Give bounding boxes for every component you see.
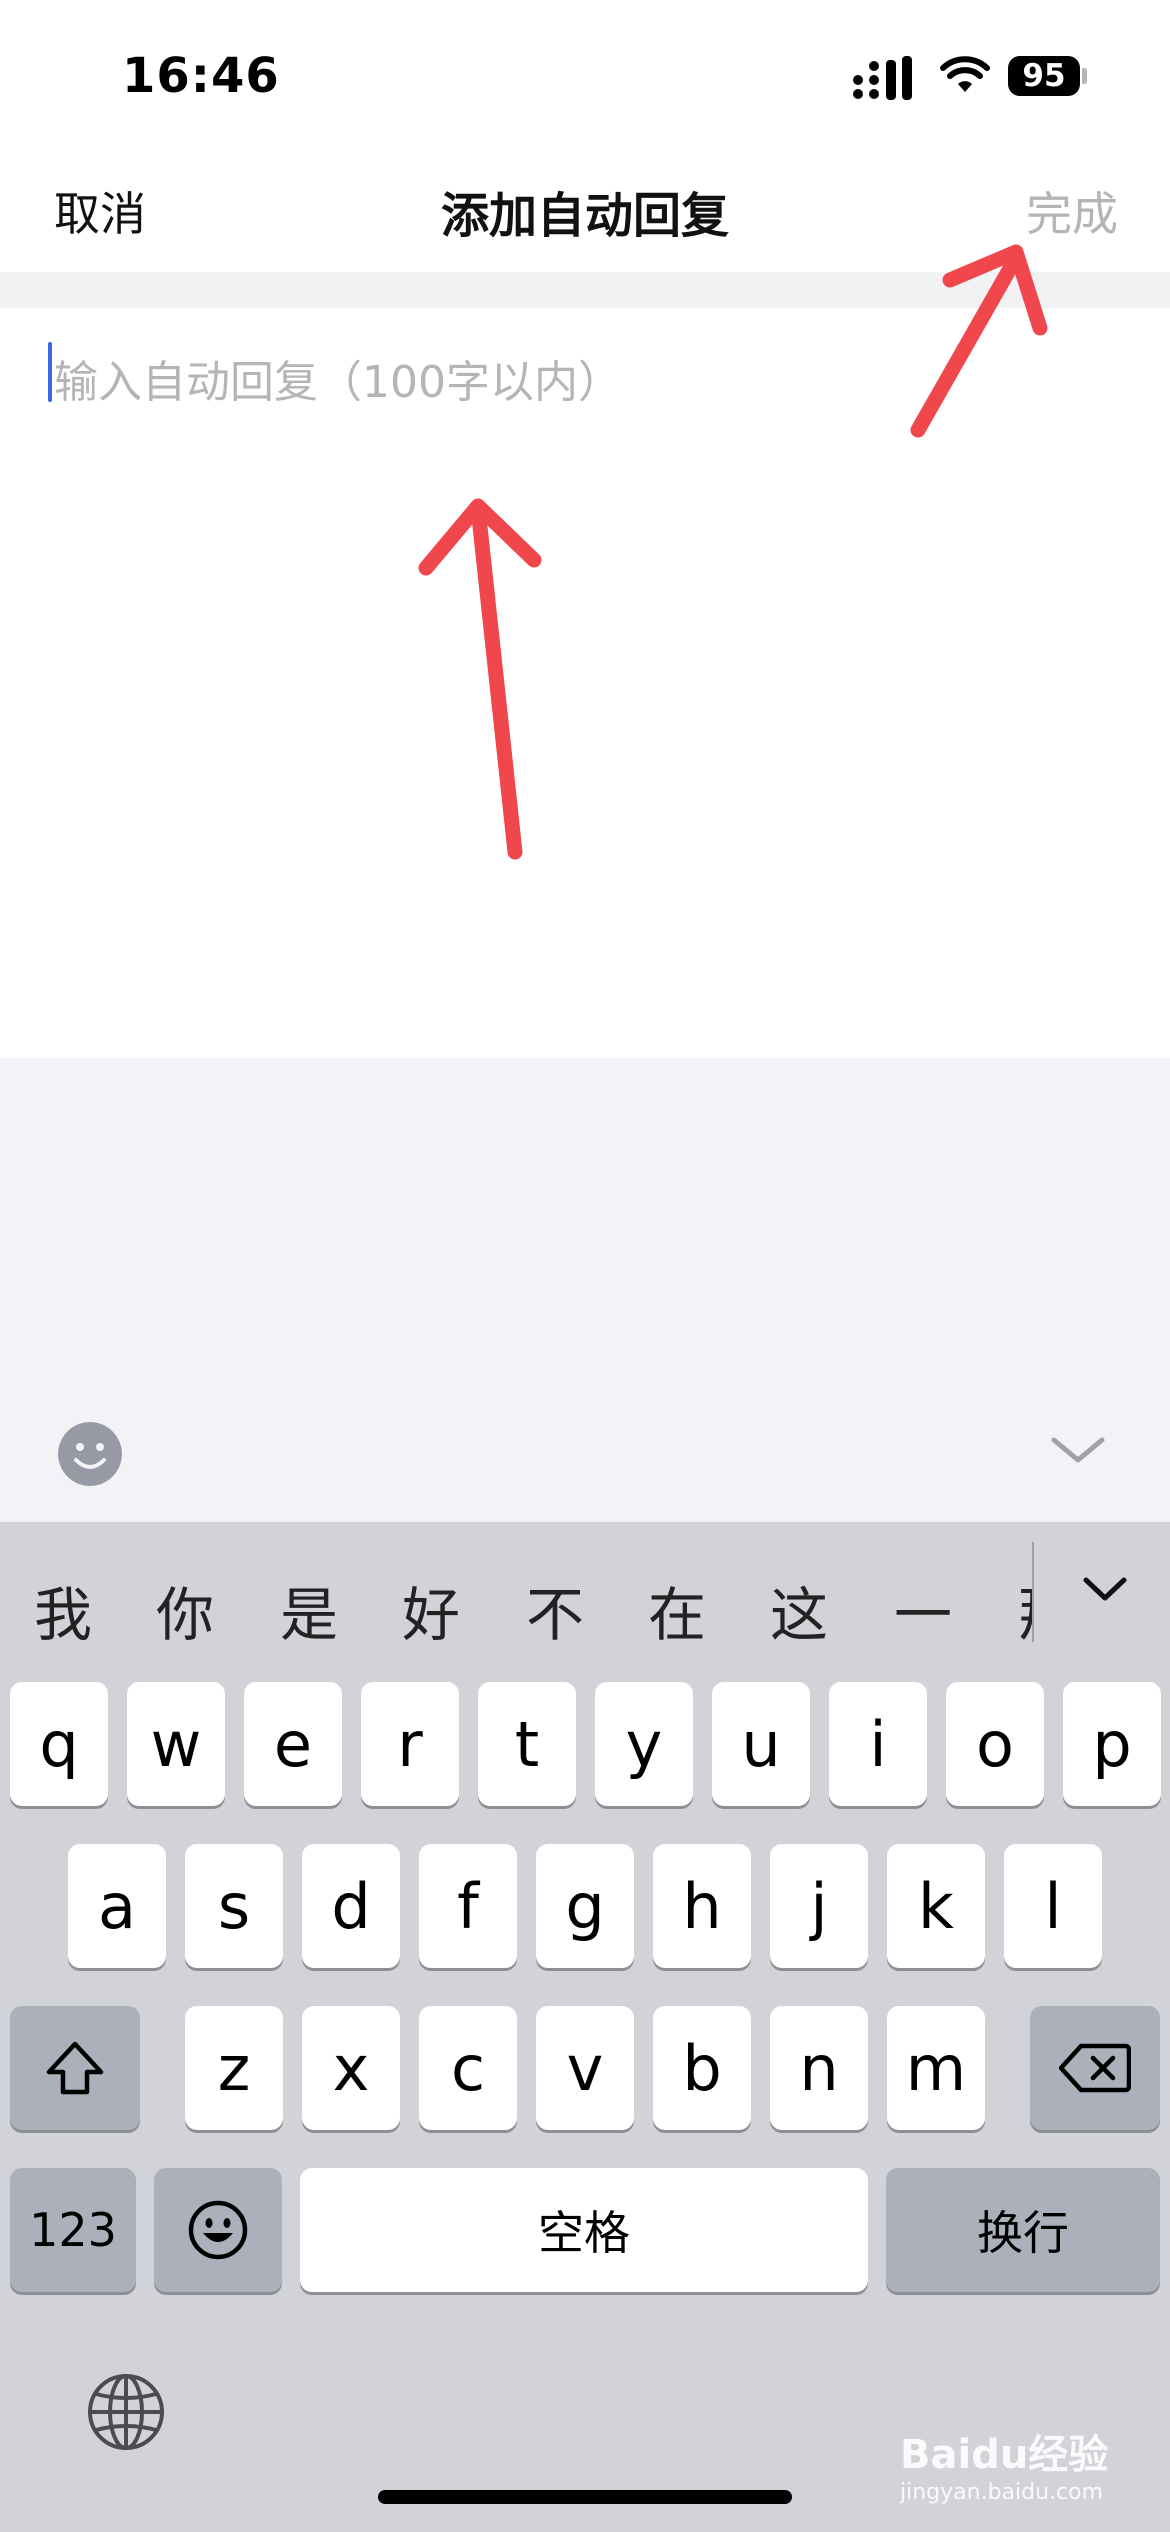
key-b[interactable]: b (653, 2006, 751, 2130)
cancel-button[interactable]: 取消 (54, 178, 146, 244)
key-u[interactable]: u (712, 1682, 810, 1806)
watermark-url: jingyan.baidu.com (900, 2480, 1104, 2505)
key-d[interactable]: d (302, 1844, 400, 1968)
key-j[interactable]: j (770, 1844, 868, 1968)
candidate-word[interactable]: 我 (34, 1568, 92, 1652)
candidate-word[interactable]: 好 (402, 1568, 460, 1652)
battery-level: 95 (1022, 58, 1066, 94)
key-i[interactable]: i (829, 1682, 927, 1806)
key-l[interactable]: l (1004, 1844, 1102, 1968)
key-s[interactable]: s (185, 1844, 283, 1968)
key-r[interactable]: r (361, 1682, 459, 1806)
page-title: 添加自动回复 (440, 188, 729, 244)
key-f[interactable]: f (419, 1844, 517, 1968)
candidate-word[interactable]: 你 (156, 1568, 214, 1652)
candidate-word[interactable]: 一 (894, 1568, 952, 1652)
key-w[interactable]: w (127, 1682, 225, 1806)
done-button[interactable]: 完成 (1026, 178, 1118, 244)
key-x[interactable]: x (302, 2006, 400, 2130)
key-q[interactable]: q (10, 1682, 108, 1806)
wifi-icon (940, 56, 990, 92)
key-p[interactable]: p (1063, 1682, 1161, 1806)
key-k[interactable]: k (887, 1844, 985, 1968)
expand-candidates-icon[interactable] (1080, 1570, 1130, 1610)
key-g[interactable]: g (536, 1844, 634, 1968)
battery-indicator: 95 (1008, 56, 1088, 96)
key-n[interactable]: n (770, 2006, 868, 2130)
candidate-word[interactable]: 是 (280, 1568, 338, 1652)
candidate-word[interactable]: 不 (526, 1568, 584, 1652)
key-z[interactable]: z (185, 2006, 283, 2130)
candidate-word[interactable]: 在 (648, 1568, 706, 1652)
key-m[interactable]: m (887, 2006, 985, 2130)
watermark-logo: Baidu经验 (900, 2432, 1109, 2478)
status-time: 16:46 (122, 48, 280, 104)
globe-icon[interactable] (86, 2372, 166, 2452)
candidate-word[interactable]: 那 (1018, 1568, 1032, 1652)
cellular-signal-icon (853, 56, 912, 100)
delete-key[interactable] (1030, 2006, 1160, 2130)
key-h[interactable]: h (653, 1844, 751, 1968)
auto-reply-placeholder: 输入自动回复（100字以内） (54, 357, 622, 408)
shift-key[interactable] (10, 2006, 140, 2130)
auto-reply-input[interactable] (0, 308, 1170, 1058)
key-c[interactable]: c (419, 2006, 517, 2130)
nav-divider (0, 272, 1170, 308)
emoji-key[interactable] (154, 2168, 282, 2292)
key-v[interactable]: v (536, 2006, 634, 2130)
return-key[interactable]: 换行 (886, 2168, 1160, 2292)
emoji-icon (188, 2200, 248, 2260)
key-o[interactable]: o (946, 1682, 1044, 1806)
key-t[interactable]: t (478, 1682, 576, 1806)
toolbar-area (0, 1058, 1170, 1522)
numbers-key[interactable]: 123 (10, 2168, 136, 2292)
key-a[interactable]: a (68, 1844, 166, 1968)
key-y[interactable]: y (595, 1682, 693, 1806)
home-indicator[interactable] (378, 2490, 792, 2504)
shift-icon (46, 2041, 104, 2095)
space-key[interactable]: 空格 (300, 2168, 868, 2292)
candidate-word[interactable]: 这 (770, 1568, 828, 1652)
candidate-divider (1032, 1542, 1034, 1642)
text-cursor (48, 342, 52, 402)
chevron-down-icon[interactable] (1048, 1430, 1108, 1470)
key-e[interactable]: e (244, 1682, 342, 1806)
backspace-icon (1059, 2043, 1131, 2093)
smiley-icon[interactable] (58, 1422, 122, 1486)
